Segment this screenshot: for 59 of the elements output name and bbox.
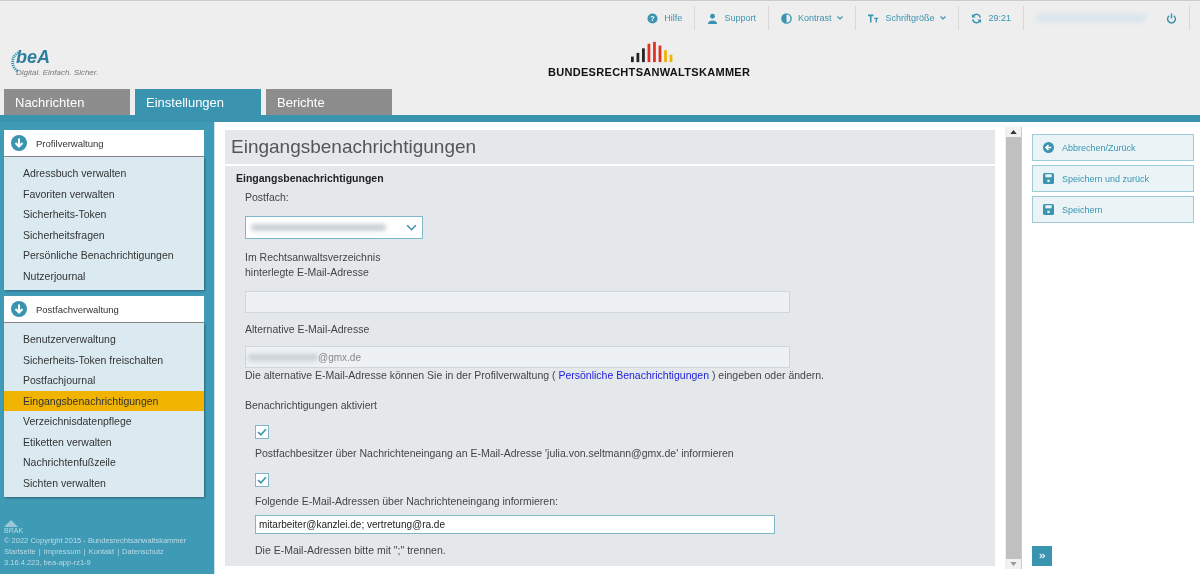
font-size-icon [868, 12, 880, 24]
field-label: Benachrichtigungen aktiviert [245, 399, 378, 411]
sidebar-item[interactable]: Nachrichtenfußzeile [4, 452, 204, 473]
group-title: Profilverwaltung [36, 137, 104, 149]
postfach-dropdown[interactable] [245, 216, 423, 239]
group-title: Postfachverwaltung [36, 303, 119, 315]
hint-text: Die alternative E-Mail-Adresse können Sie in der Profilverwaltung ( Persönliche Benachrichtigungen ) eingeben oder ändern. [245, 369, 825, 381]
checkbox[interactable] [255, 473, 269, 487]
page-title: Eingangsbenachrichtigungen [225, 130, 995, 166]
down-arrow-icon [11, 301, 27, 317]
brak-icon [4, 520, 18, 527]
hint-text: Die E-Mail-Adressen bitte mit ";" trennen. [255, 544, 447, 556]
scroll-up-icon[interactable] [1009, 130, 1017, 134]
caret-icon [940, 16, 947, 20]
section-title: Eingangsbenachrichtigungen [236, 172, 385, 184]
sidebar-item[interactable]: Etiketten verwalten [4, 431, 204, 452]
sidebar-item[interactable]: Benutzerverwaltung [4, 329, 204, 350]
sidebar-item[interactable]: Sicherheitsfragen [4, 224, 204, 245]
expand-button[interactable] [1032, 546, 1052, 566]
sidebar-item[interactable]: Adressbuch verwalten [4, 163, 204, 184]
refresh-icon [971, 12, 983, 24]
save-icon [1043, 173, 1054, 184]
field-label: Alternative E-Mail-Adresse [245, 323, 371, 335]
check-icon [257, 476, 267, 484]
checkbox-label: Postfachbesitzer über Nachrichteneingang an E-Mail-Adresse 'julia.von.seltmann@gmx.de' informieren [255, 447, 735, 459]
user-icon [707, 12, 719, 24]
contrast-icon [780, 12, 792, 24]
scrollbar[interactable] [1005, 127, 1022, 569]
double-chevron-icon [1038, 553, 1046, 559]
bea-logo: beA Digital. Einfach. Sicher. [6, 47, 116, 77]
field-label: Postfach: [245, 191, 290, 203]
sidebar-group-header[interactable]: Postfachverwaltung [4, 296, 204, 323]
sidebar-item[interactable]: Sicherheits-Token [4, 204, 204, 225]
caret-icon [837, 16, 844, 20]
registry-email-field[interactable] [245, 291, 790, 313]
checkbox-label: Folgende E-Mail-Adressen über Nachrichteneingang informieren: [255, 495, 559, 507]
chevron-down-icon [406, 224, 417, 231]
blurred-value [248, 353, 318, 361]
recipients-input[interactable]: mitarbeiter@kanzlei.de; vertretung@ra.de [255, 515, 775, 534]
power-icon[interactable] [1166, 12, 1177, 24]
checkbox[interactable] [255, 425, 269, 439]
sidebar-item[interactable]: Persönliche Benachrichtigungen [4, 245, 204, 266]
back-arrow-icon [1043, 142, 1054, 153]
brak-logo: BUNDESRECHTSANWALTSKAMMER [548, 41, 751, 78]
scroll-down-icon[interactable] [1009, 562, 1017, 566]
down-arrow-icon [11, 135, 27, 151]
sidebar-item[interactable]: Eingangsbenachrichtigungen [4, 390, 204, 411]
sidebar-item[interactable]: Favoriten verwalten [4, 183, 204, 204]
help-icon: ? [647, 12, 659, 24]
sidebar-item[interactable]: Sicherheits-Token freischalten [4, 349, 204, 370]
sidebar-item[interactable]: Postfachjournal [4, 370, 204, 391]
sidebar-group-header[interactable]: Profilverwaltung [4, 130, 204, 157]
sidebar-item[interactable]: Nutzerjournal [4, 265, 204, 286]
field-label: Im Rechtsanwaltsverzeichnis hinterlegte E-Mail-Adresse [245, 250, 382, 280]
check-icon [257, 428, 267, 436]
save-icon [1043, 204, 1054, 215]
sidebar-item[interactable]: Verzeichnisdatenpflege [4, 411, 204, 432]
sidebar-item[interactable]: Sichten verwalten [4, 472, 204, 493]
profile-link[interactable]: Persönliche Benachrichtigungen [558, 369, 709, 381]
